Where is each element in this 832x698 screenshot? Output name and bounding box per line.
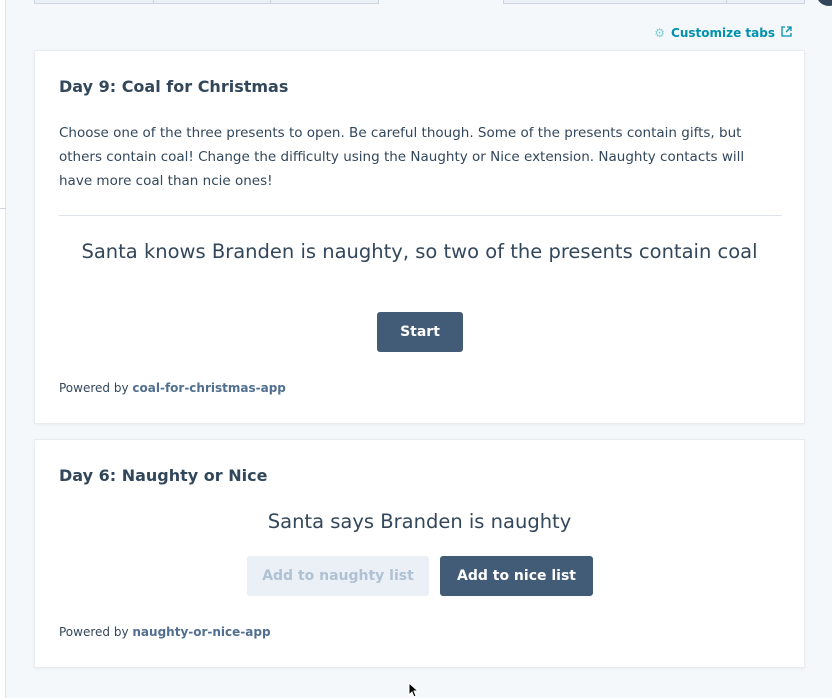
tab-bar — [34, 0, 805, 4]
external-link-icon — [781, 26, 792, 40]
naughty-or-nice-card: Day 6: Naughty or Nice Santa says Brande… — [34, 439, 805, 668]
card-description: Choose one of the three presents to open… — [59, 125, 745, 189]
divider — [59, 215, 782, 216]
left-panel-divider — [0, 208, 6, 209]
powered-by-prefix: Powered by — [59, 625, 129, 639]
left-panel-edge — [0, 0, 6, 698]
tab-1[interactable] — [34, 0, 154, 4]
tab-2[interactable] — [153, 0, 271, 4]
card-title: Day 6: Naughty or Nice — [59, 466, 268, 485]
tab-4[interactable] — [503, 0, 727, 4]
customize-tabs-link[interactable]: ⚙ Customize tabs — [654, 26, 792, 40]
coal-status-headline: Santa knows Branden is naughty, so two o… — [81, 240, 758, 263]
card-title: Day 9: Coal for Christmas — [59, 77, 289, 96]
start-button[interactable]: Start — [377, 312, 463, 352]
customize-tabs-label: Customize tabs — [671, 26, 775, 40]
add-to-nice-list-button[interactable]: Add to nice list — [440, 556, 593, 596]
naughty-status-headline: Santa says Branden is naughty — [267, 510, 572, 533]
mouse-cursor-icon — [408, 682, 420, 698]
avatar[interactable] — [816, 0, 832, 6]
gear-icon: ⚙ — [654, 26, 666, 40]
tab-3[interactable] — [270, 0, 379, 4]
powered-by-prefix: Powered by — [59, 381, 129, 395]
powered-by-app-name: naughty-or-nice-app — [132, 625, 271, 639]
powered-by: Powered by coal-for-christmas-app — [59, 381, 286, 395]
powered-by-app-name: coal-for-christmas-app — [132, 381, 286, 395]
coal-for-christmas-card: Day 9: Coal for Christmas Choose one of … — [34, 50, 805, 424]
add-to-naughty-list-button[interactable]: Add to naughty list — [247, 556, 429, 596]
tab-5[interactable] — [726, 0, 805, 4]
powered-by: Powered by naughty-or-nice-app — [59, 625, 271, 639]
